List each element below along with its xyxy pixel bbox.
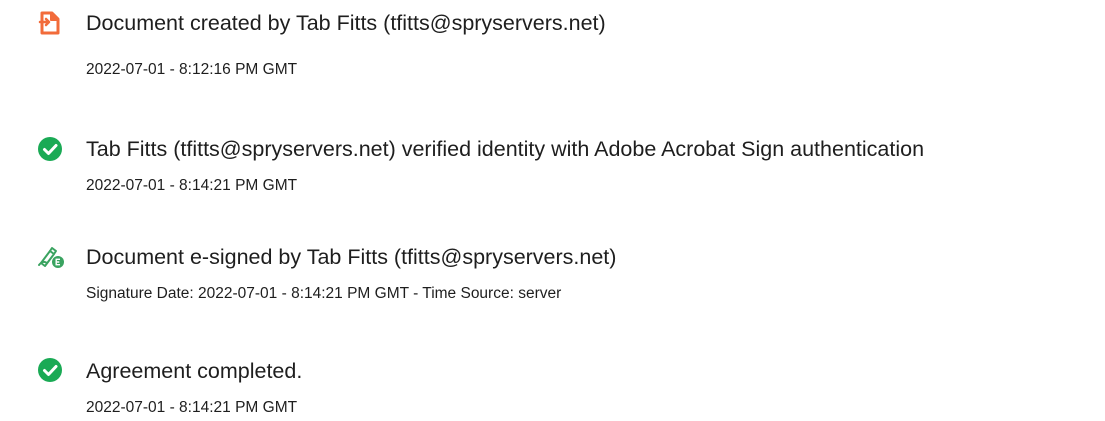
event-title: Tab Fitts (tfitts@spryservers.net) verif… bbox=[86, 137, 925, 161]
event-title: Document e-signed by Tab Fitts (tfitts@s… bbox=[86, 245, 617, 269]
event-timestamp: 2022-07-01 - 8:12:16 PM GMT bbox=[86, 61, 298, 78]
event-timestamp: Signature Date: 2022-07-01 - 8:14:21 PM … bbox=[86, 285, 562, 302]
document-created-icon bbox=[37, 10, 63, 36]
event-title: Document created by Tab Fitts (tfitts@sp… bbox=[86, 11, 606, 35]
completed-check-icon bbox=[37, 357, 63, 383]
verified-check-icon bbox=[37, 136, 63, 162]
event-timestamp: 2022-07-01 - 8:14:21 PM GMT bbox=[86, 177, 298, 194]
e-signed-pen-icon bbox=[37, 243, 64, 269]
event-title: Agreement completed. bbox=[86, 359, 303, 383]
event-timestamp: 2022-07-01 - 8:14:21 PM GMT bbox=[86, 399, 298, 416]
